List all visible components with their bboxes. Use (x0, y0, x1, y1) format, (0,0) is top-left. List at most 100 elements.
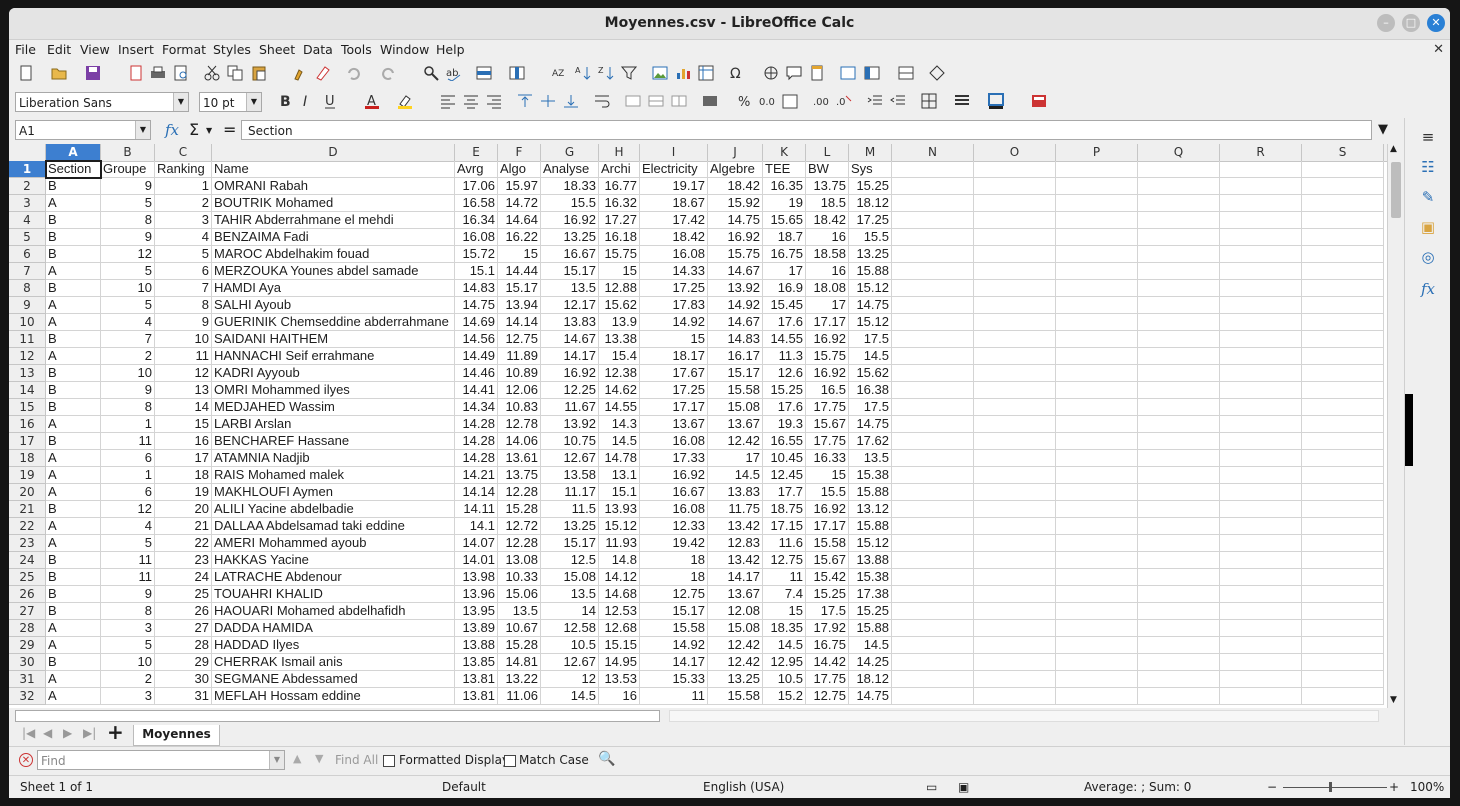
cell[interactable]: 14.44 (498, 263, 541, 280)
navigator-icon[interactable]: ◎ (1418, 248, 1438, 268)
cell[interactable]: 15.75 (806, 348, 849, 365)
split-window-icon[interactable] (898, 65, 914, 81)
cell[interactable]: 10.83 (498, 399, 541, 416)
cell[interactable] (1138, 620, 1220, 637)
cell[interactable]: 14.41 (455, 382, 498, 399)
cell[interactable]: 13.88 (455, 637, 498, 654)
cell[interactable]: 14.64 (498, 212, 541, 229)
column-header[interactable]: B (101, 144, 155, 161)
clone-formatting-icon[interactable] (292, 65, 308, 81)
menu-edit[interactable]: Edit (47, 42, 71, 57)
cell[interactable]: 15.28 (498, 637, 541, 654)
cell[interactable]: 1 (101, 416, 155, 433)
formatted-display-checkbox[interactable] (383, 755, 395, 767)
cell[interactable] (1220, 263, 1302, 280)
add-sheet-icon[interactable]: + (107, 720, 124, 744)
selection-mode-icon[interactable]: ▭ (926, 780, 937, 794)
cell[interactable]: 14.5 (849, 637, 892, 654)
first-sheet-icon[interactable]: |◀ (22, 726, 35, 740)
row-header[interactable]: 12 (9, 348, 46, 365)
column-header[interactable]: J (708, 144, 763, 161)
chevron-down-icon[interactable]: ▼ (135, 121, 150, 139)
cell[interactable] (1220, 620, 1302, 637)
menu-format[interactable]: Format (162, 42, 206, 57)
cell[interactable]: 17.6 (763, 399, 806, 416)
cell[interactable]: 17.5 (849, 399, 892, 416)
cell[interactable]: HANNACHI Seif errahmane (212, 348, 455, 365)
cell[interactable]: 17.15 (763, 518, 806, 535)
cell[interactable] (1220, 212, 1302, 229)
cell[interactable]: 18.5 (806, 195, 849, 212)
cell[interactable]: 13.5 (849, 450, 892, 467)
cell[interactable]: 15.5 (806, 484, 849, 501)
cell[interactable] (1138, 501, 1220, 518)
merge-center-icon[interactable] (648, 93, 664, 109)
cell[interactable]: 14.75 (708, 212, 763, 229)
cell[interactable] (1302, 161, 1384, 178)
language[interactable]: English (USA) (703, 780, 784, 794)
cell[interactable]: MERZOUKA Younes abdel samade (212, 263, 455, 280)
cell[interactable]: 12.88 (599, 280, 640, 297)
cell[interactable]: 15.38 (849, 467, 892, 484)
new-document-icon[interactable] (18, 65, 34, 81)
cell[interactable]: 29 (155, 654, 212, 671)
cell[interactable]: ALILI Yacine abdelbadie (212, 501, 455, 518)
cell[interactable] (892, 637, 974, 654)
cell[interactable]: 15.5 (849, 229, 892, 246)
cell[interactable]: 4 (155, 229, 212, 246)
column-header[interactable]: S (1302, 144, 1384, 161)
cell[interactable] (974, 382, 1056, 399)
cell[interactable]: 15.72 (455, 246, 498, 263)
sort-descending-icon[interactable]: Z (598, 65, 614, 81)
cell[interactable] (892, 178, 974, 195)
cell[interactable] (974, 161, 1056, 178)
cell[interactable] (1220, 484, 1302, 501)
cell[interactable]: 14.14 (498, 314, 541, 331)
cell[interactable]: A (46, 263, 101, 280)
insert-chart-icon[interactable] (675, 65, 691, 81)
name-box[interactable]: A1 ▼ (15, 120, 151, 140)
special-character-icon[interactable]: Ω (729, 65, 745, 81)
find-all-button[interactable]: Find All (335, 753, 378, 767)
cell[interactable]: 11.6 (763, 535, 806, 552)
cell[interactable] (1056, 263, 1138, 280)
cell[interactable]: RAIS Mohamed malek (212, 467, 455, 484)
cell[interactable] (974, 484, 1056, 501)
cell[interactable] (892, 229, 974, 246)
menu-window[interactable]: Window (380, 42, 429, 57)
cell[interactable]: 14.5 (599, 433, 640, 450)
conditional-format-icon[interactable] (1031, 93, 1047, 109)
cell[interactable]: 14.56 (455, 331, 498, 348)
cell[interactable]: MAROC Abdelhakim fouad (212, 246, 455, 263)
wrap-text-icon[interactable] (594, 93, 610, 109)
cell[interactable] (1220, 603, 1302, 620)
cell[interactable]: 12.25 (541, 382, 599, 399)
row-header[interactable]: 25 (9, 569, 46, 586)
cell[interactable] (1220, 654, 1302, 671)
cell[interactable]: 17.7 (763, 484, 806, 501)
cell[interactable] (1302, 603, 1384, 620)
cell[interactable] (892, 586, 974, 603)
cell[interactable]: 13 (155, 382, 212, 399)
cell[interactable]: 15 (640, 331, 708, 348)
cell[interactable]: 16 (806, 229, 849, 246)
cell[interactable] (1056, 450, 1138, 467)
cell[interactable]: 15.58 (640, 620, 708, 637)
center-vertically-icon[interactable] (540, 93, 556, 109)
cell[interactable]: 14.34 (455, 399, 498, 416)
cell[interactable]: 24 (155, 569, 212, 586)
cell[interactable]: 15.12 (849, 280, 892, 297)
cell[interactable] (1056, 569, 1138, 586)
cell[interactable]: 8 (101, 399, 155, 416)
row-header[interactable]: 10 (9, 314, 46, 331)
cell[interactable]: DALLAA Abdelsamad taki eddine (212, 518, 455, 535)
sum-icon[interactable]: Σ (189, 120, 199, 139)
cell[interactable]: 19 (763, 195, 806, 212)
column-header[interactable]: Q (1138, 144, 1220, 161)
cell[interactable] (1302, 637, 1384, 654)
find-input[interactable]: Find ▼ (37, 750, 285, 770)
cell[interactable]: 14 (155, 399, 212, 416)
cell[interactable]: 18.58 (806, 246, 849, 263)
cell[interactable] (1302, 569, 1384, 586)
cell[interactable]: 16.92 (806, 331, 849, 348)
